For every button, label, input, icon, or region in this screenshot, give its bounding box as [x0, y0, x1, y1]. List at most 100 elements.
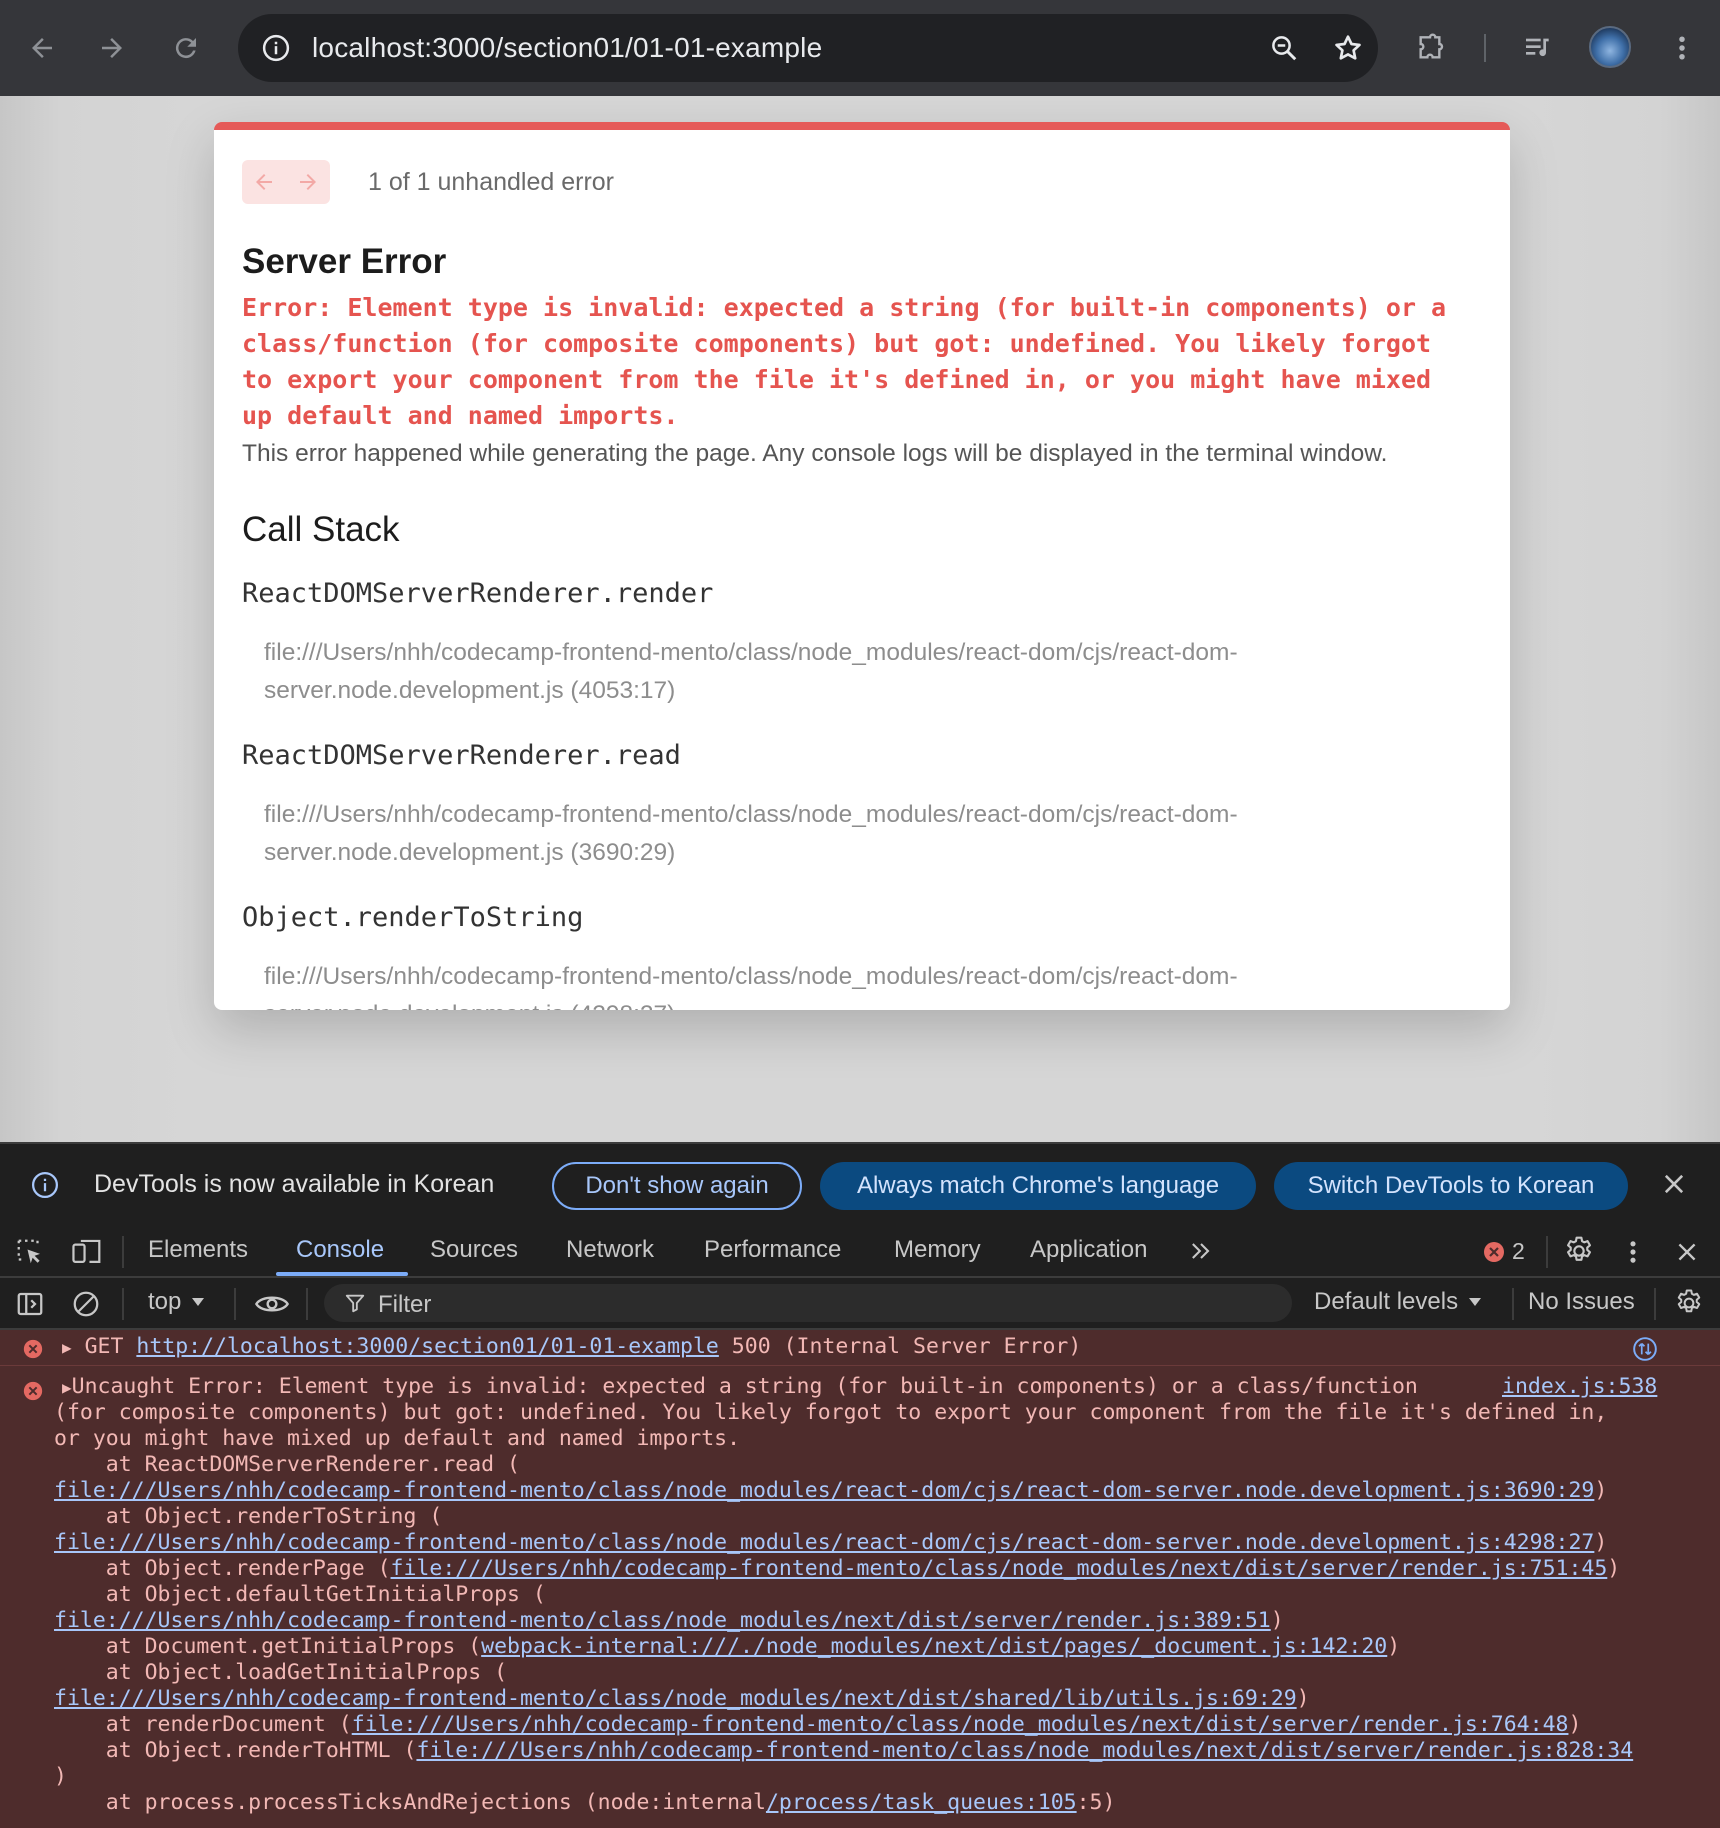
close-devtools-icon[interactable]	[1672, 1236, 1702, 1268]
stack-trace-line: file:///Users/nhh/codecamp-frontend-ment…	[54, 1686, 1310, 1712]
stack-trace-text: at ReactDOMServerRenderer.read (	[54, 1452, 520, 1477]
error-overlay-dialog: 1 of 1 unhandled error Server Error Erro…	[214, 122, 1510, 1010]
live-expression-eye-icon[interactable]	[252, 1288, 292, 1320]
stack-trace-line: file:///Users/nhh/codecamp-frontend-ment…	[54, 1530, 1607, 1556]
stack-trace-line: at process.processTicksAndRejections (no…	[54, 1790, 1116, 1816]
source-location-link[interactable]: index.js:538	[1502, 1374, 1657, 1399]
stack-frame-file[interactable]: file:///Users/nhh/codecamp-frontend-ment…	[264, 958, 1344, 1010]
stack-trace-link[interactable]: file:///Users/nhh/codecamp-frontend-ment…	[416, 1738, 1633, 1763]
console-filter-input[interactable]: Filter	[324, 1284, 1292, 1322]
stack-trace-line: at ReactDOMServerRenderer.read (	[54, 1452, 520, 1478]
file-line: server.node.development.js (4298:27)	[264, 996, 1344, 1010]
stack-trace-line: at Object.loadGetInitialProps (	[54, 1660, 507, 1686]
error-text: Uncaught Error: Element type is invalid:…	[71, 1374, 1418, 1399]
stack-trace-line: file:///Users/nhh/codecamp-frontend-ment…	[54, 1608, 1284, 1634]
zoom-icon[interactable]	[1264, 28, 1304, 68]
clear-console-icon[interactable]	[70, 1288, 102, 1320]
log-levels-dropdown[interactable]: Default levels	[1314, 1288, 1482, 1316]
stack-trace-text: )	[1270, 1608, 1284, 1633]
stack-frame-file[interactable]: file:///Users/nhh/codecamp-frontend-ment…	[264, 634, 1344, 710]
always-match-language-button[interactable]: Always match Chrome's language	[820, 1162, 1256, 1210]
stack-trace-link[interactable]: /process/task_queues:105	[766, 1790, 1077, 1815]
stack-trace-link[interactable]: file:///Users/nhh/codecamp-frontend-ment…	[54, 1608, 1271, 1633]
tab-memory[interactable]: Memory	[894, 1236, 981, 1264]
stack-trace-link[interactable]: webpack-internal:///./node_modules/next/…	[481, 1634, 1387, 1659]
tab-sources[interactable]: Sources	[430, 1236, 518, 1264]
stack-frame-file[interactable]: file:///Users/nhh/codecamp-frontend-ment…	[264, 796, 1344, 872]
console-settings-gear-icon[interactable]	[1672, 1286, 1706, 1320]
url-text[interactable]: localhost:3000/section01/01-01-example	[312, 32, 822, 64]
stack-trace-link[interactable]: file:///Users/nhh/codecamp-frontend-ment…	[54, 1478, 1594, 1503]
profile-avatar[interactable]	[1589, 26, 1631, 68]
error-pager	[242, 160, 330, 204]
expand-triangle-icon[interactable]: ▶	[62, 1378, 72, 1397]
tab-application[interactable]: Application	[1030, 1236, 1147, 1264]
error-message-line: ▶Uncaught Error: Element type is invalid…	[62, 1374, 1418, 1400]
stack-frame-name[interactable]: ReactDOMServerRenderer.render	[242, 578, 713, 609]
media-controls-icon[interactable]	[1514, 24, 1562, 72]
error-message: Error: Element type is invalid: expected…	[242, 293, 1447, 430]
stack-trace-text: :5)	[1076, 1790, 1116, 1815]
active-tab-indicator	[276, 1272, 408, 1276]
caret-down-icon	[192, 1298, 205, 1306]
toolbar-divider	[234, 1288, 236, 1320]
error-count-badge[interactable]: 2	[1482, 1238, 1525, 1265]
stack-trace-text: )	[1387, 1634, 1401, 1659]
stack-trace-text: at Object.renderPage (	[54, 1556, 391, 1581]
stack-trace-line: at Object.renderToHTML (file:///Users/nh…	[54, 1738, 1633, 1764]
http-method: GET	[84, 1334, 137, 1359]
filter-funnel-icon	[345, 1294, 365, 1313]
page-viewport: 1 of 1 unhandled error Server Error Erro…	[0, 96, 1720, 1142]
stack-trace-text: )	[1607, 1556, 1621, 1581]
tab-console[interactable]: Console	[296, 1236, 384, 1264]
expand-triangle-icon[interactable]: ▶	[62, 1338, 72, 1357]
more-tabs-chevron-icon[interactable]	[1186, 1236, 1216, 1266]
tabbar-divider	[1546, 1236, 1548, 1268]
tab-performance[interactable]: Performance	[704, 1236, 841, 1264]
issues-counter[interactable]: No Issues	[1528, 1288, 1635, 1316]
devtools-menu-icon[interactable]	[1618, 1236, 1648, 1268]
previous-error-button[interactable]	[242, 160, 286, 204]
console-error-row[interactable]: ▶Uncaught Error: Element type is invalid…	[0, 1366, 1720, 1828]
next-error-button[interactable]	[286, 160, 330, 204]
stack-trace-link[interactable]: file:///Users/nhh/codecamp-frontend-ment…	[352, 1712, 1569, 1737]
tab-network[interactable]: Network	[566, 1236, 654, 1264]
address-bar[interactable]: localhost:3000/section01/01-01-example	[238, 14, 1378, 82]
chrome-menu-icon[interactable]	[1658, 24, 1706, 72]
network-request-icon[interactable]	[1632, 1336, 1658, 1362]
stack-frame-name[interactable]: ReactDOMServerRenderer.read	[242, 740, 681, 771]
stack-trace-text: at renderDocument (	[54, 1712, 352, 1737]
toolbar-divider	[1654, 1288, 1656, 1320]
site-info-icon[interactable]	[256, 28, 296, 68]
device-toolbar-icon[interactable]	[70, 1236, 104, 1268]
stack-trace-link[interactable]: file:///Users/nhh/codecamp-frontend-ment…	[54, 1686, 1297, 1711]
dont-show-again-button[interactable]: Don't show again	[552, 1162, 802, 1210]
arrow-right-icon	[102, 38, 122, 58]
arrow-left-icon	[256, 174, 272, 190]
switch-to-korean-button[interactable]: Switch DevTools to Korean	[1274, 1162, 1628, 1210]
tab-elements[interactable]: Elements	[148, 1236, 248, 1264]
request-url-link[interactable]: http://localhost:3000/section01/01-01-ex…	[136, 1334, 718, 1359]
stack-trace-link[interactable]: file:///Users/nhh/codecamp-frontend-ment…	[391, 1556, 1608, 1581]
network-error-text: ▶ GET http://localhost:3000/section01/01…	[62, 1334, 1081, 1360]
toolbar-divider	[1512, 1288, 1514, 1320]
stack-trace-text: at Object.renderToString (	[54, 1504, 443, 1529]
close-infobar-icon[interactable]	[1660, 1170, 1688, 1203]
reload-button[interactable]	[162, 24, 210, 72]
extensions-icon[interactable]	[1406, 24, 1454, 72]
error-note: This error happened while generating the…	[242, 440, 1388, 467]
context-selector[interactable]: top	[148, 1288, 205, 1316]
sidebar-toggle-icon[interactable]	[14, 1288, 46, 1320]
back-button[interactable]	[18, 24, 66, 72]
stack-trace-text: at process.processTicksAndRejections (no…	[54, 1790, 766, 1815]
settings-gear-icon[interactable]	[1562, 1234, 1596, 1268]
stack-trace-link[interactable]: file:///Users/nhh/codecamp-frontend-ment…	[54, 1530, 1594, 1555]
stack-trace-text: )	[54, 1764, 67, 1789]
browser-toolbar: localhost:3000/section01/01-01-example	[0, 0, 1720, 96]
inspect-element-icon[interactable]	[14, 1236, 46, 1268]
console-error-row[interactable]: ▶ GET http://localhost:3000/section01/01…	[0, 1330, 1720, 1366]
stack-frame-name[interactable]: Object.renderToString	[242, 902, 583, 933]
stack-trace-line: at Object.defaultGetInitialProps (	[54, 1582, 546, 1608]
forward-button[interactable]	[88, 24, 136, 72]
bookmark-star-icon[interactable]	[1328, 28, 1368, 68]
